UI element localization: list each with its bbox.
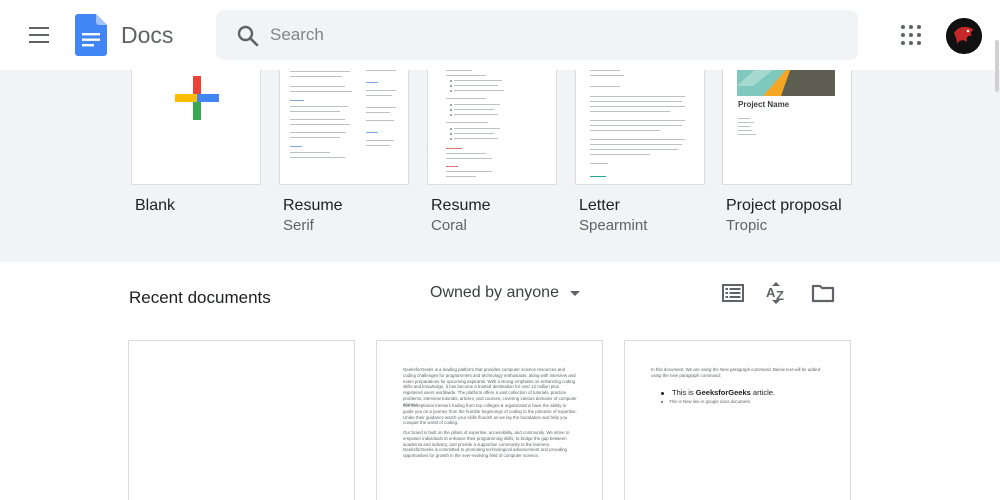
search-icon[interactable]: [236, 24, 260, 48]
template-subtitle: Coral: [431, 217, 467, 234]
bullet-text: article.: [750, 388, 775, 397]
main-menu-button[interactable]: [22, 21, 56, 49]
template-thumbnail: [575, 62, 705, 185]
recent-document-card[interactable]: GeeksforGeeks is a leading platform that…: [376, 340, 603, 500]
template-thumbnail: [427, 62, 557, 185]
account-avatar[interactable]: [946, 18, 982, 54]
search-input[interactable]: [270, 14, 830, 56]
bullet-text: This is: [672, 388, 696, 397]
template-gallery: Blank Resume Serif Resume Coral Letter S…: [0, 62, 1000, 262]
template-name: Resume: [283, 197, 343, 214]
apps-grid-icon[interactable]: [900, 24, 922, 46]
template-subtitle: Spearmint: [579, 217, 648, 234]
page-scrollbar[interactable]: [995, 40, 999, 92]
top-bar: Docs: [0, 0, 1000, 70]
folder-icon[interactable]: [811, 281, 835, 305]
template-name: Letter: [579, 197, 620, 214]
sort-az-icon[interactable]: A Z: [765, 281, 789, 305]
template-name: Blank: [135, 197, 176, 214]
bullet-text: This is New line in google docs document…: [669, 399, 752, 404]
doc-preview-paragraph: GeeksforGeeks is a leading platform that…: [403, 367, 577, 407]
menu-icon-bar: [29, 41, 49, 43]
svg-text:A: A: [766, 285, 776, 300]
list-view-icon[interactable]: [721, 281, 745, 305]
menu-icon-bar: [29, 27, 49, 29]
bullet-bold-text: GeeksforGeeks: [695, 388, 751, 397]
doc-preview-paragraph: In this document, We are using the New p…: [651, 367, 821, 378]
doc-preview-paragraph: Our exceptional mentors hailing from top…: [403, 403, 577, 426]
doc-preview-bullet: This is New line in google docs document…: [661, 399, 751, 404]
menu-icon-bar: [29, 34, 49, 36]
owner-filter-dropdown[interactable]: Owned by anyone: [430, 284, 580, 306]
plus-icon: [175, 76, 219, 120]
recent-documents-heading: Recent documents: [129, 288, 271, 307]
template-thumbnail: Project Name: [722, 62, 852, 185]
template-thumbnail: [279, 62, 409, 185]
template-subtitle: Serif: [283, 217, 314, 234]
doc-preview-paragraph: Our brand is built on the pillars of exp…: [403, 430, 570, 459]
proposal-thumb-title: Project Name: [738, 100, 790, 109]
recent-document-card[interactable]: [128, 340, 355, 500]
template-name: Project proposal: [726, 197, 842, 214]
doc-preview-bullet: This is GeeksforGeeks article.: [661, 388, 775, 397]
docs-logo-icon[interactable]: [75, 14, 107, 56]
app-title[interactable]: Docs: [121, 22, 173, 49]
template-name: Resume: [431, 197, 491, 214]
bullet-dot-icon: [661, 391, 664, 395]
caret-down-icon: [570, 291, 580, 296]
bullet-dot-icon: [661, 400, 663, 403]
template-subtitle: Tropic: [726, 217, 768, 234]
avatar-image: [946, 18, 982, 54]
owner-filter-label: Owned by anyone: [430, 284, 559, 301]
template-thumbnail: [131, 62, 261, 185]
recent-document-card[interactable]: In this document, We are using the New p…: [624, 340, 851, 500]
